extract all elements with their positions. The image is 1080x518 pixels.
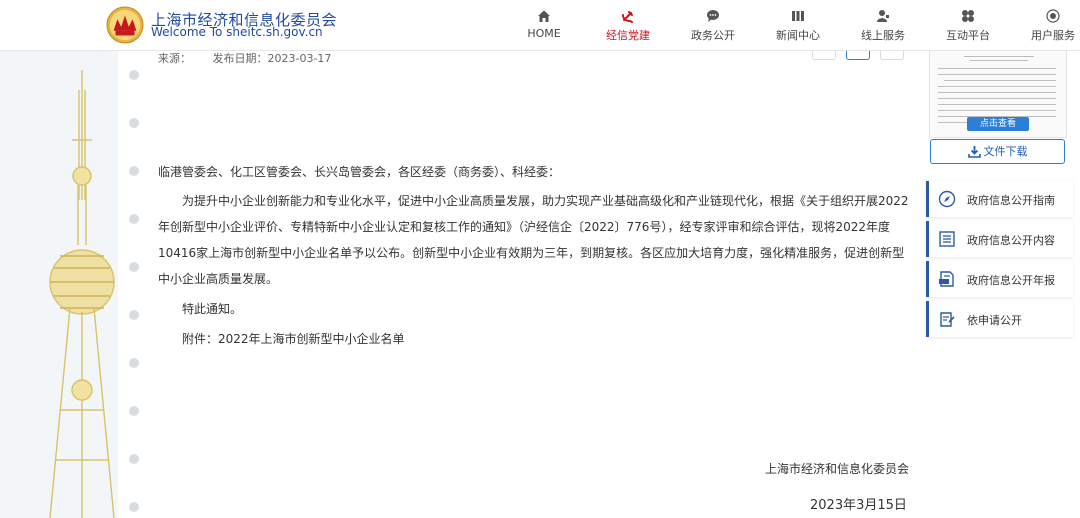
application-form-icon	[940, 312, 955, 327]
sidebar-link-label: 政府信息公开内容	[967, 234, 1055, 247]
article-greeting: 临港管委会、化工区管委会、长兴岛管委会，各区经委（商务委）、科经委：	[158, 165, 561, 179]
site-logo-icon[interactable]	[106, 6, 144, 44]
article-body: 为提升中小企业创新能力和专业化水平，促进中小企业高质量发展，助力实现产业基础高级…	[158, 194, 909, 286]
newspaper-icon	[792, 11, 804, 21]
source-label: 来源：	[158, 52, 191, 65]
chat-bubble-icon	[707, 10, 719, 22]
interaction-icon	[962, 10, 974, 22]
font-size-button[interactable]	[812, 50, 836, 60]
file-download-button[interactable]: 文件下载	[930, 139, 1065, 164]
list-icon	[939, 231, 955, 247]
article-content: 临港管委会、化工区管委会、长兴岛管委会，各区经委（商务委）、科经委： 为提升中小…	[158, 159, 910, 352]
timeline-dot	[129, 70, 139, 80]
timeline-dot	[129, 502, 139, 512]
report-icon	[939, 271, 954, 287]
timeline-dot	[129, 358, 139, 368]
nav-label: 新闻中心	[776, 29, 820, 42]
nav-label: 线上服务	[861, 29, 905, 42]
user-center-icon	[1046, 9, 1060, 23]
timeline-dot	[129, 310, 139, 320]
timeline-dot	[129, 166, 139, 176]
article-notice: 特此通知。	[182, 302, 243, 316]
nav-item-interaction[interactable]: 互动平台	[923, 0, 1013, 50]
timeline-dot	[129, 118, 139, 128]
article-meta: 来源： 发布日期：2023-03-17	[158, 50, 349, 66]
article-attachment[interactable]: 附件：2022年上海市创新型中小企业名单	[158, 326, 910, 352]
timeline-dot	[129, 454, 139, 464]
sidebar-link-disclosure-guide[interactable]: 政府信息公开指南	[926, 181, 1073, 217]
site-header: 上海市经济和信息化委员会 Welcome To sheitc.sh.gov.cn…	[0, 0, 1080, 51]
sidebar-link-disclosure-content[interactable]: 政府信息公开内容	[926, 221, 1073, 257]
sidebar-link-label: 政府信息公开年报	[967, 274, 1055, 287]
publish-date: 发布日期：2023-03-17	[212, 52, 332, 65]
nav-label: HOME	[527, 27, 561, 40]
print-button[interactable]	[880, 50, 904, 60]
timeline-dot	[129, 406, 139, 416]
nav-item-government-affairs[interactable]: 政务公开	[668, 0, 758, 50]
font-size-button-active[interactable]	[846, 50, 870, 60]
timeline-dot	[129, 214, 139, 224]
user-service-icon	[877, 10, 889, 22]
nav-item-news[interactable]: 新闻中心	[753, 0, 843, 50]
sidebar-link-label: 依申请公开	[967, 314, 1022, 327]
download-icon	[967, 145, 981, 158]
file-download-label: 文件下载	[983, 145, 1028, 158]
nav-label: 用户服务	[1031, 29, 1075, 42]
timeline-dot	[129, 262, 139, 272]
pearl-tower-illustration	[49, 70, 115, 518]
sidebar-link-label: 政府信息公开指南	[967, 194, 1055, 207]
nav-item-online-services[interactable]: 线上服务	[838, 0, 928, 50]
sidebar-link-apply-disclosure[interactable]: 依申请公开	[926, 301, 1073, 337]
nav-label: 经信党建	[606, 29, 650, 42]
compass-icon	[938, 190, 956, 208]
article-date: 2023年3月15日	[810, 498, 907, 513]
nav-label: 政务公开	[691, 29, 735, 42]
view-document-button[interactable]: 点击查看	[967, 117, 1029, 131]
site-name-en: Welcome To sheitc.sh.gov.cn	[151, 25, 323, 39]
nav-item-party[interactable]: 经信党建	[583, 0, 673, 50]
home-icon	[538, 10, 550, 22]
nav-item-user-services[interactable]: 用户服务	[1008, 0, 1080, 50]
timeline-dots	[118, 50, 152, 518]
party-emblem-icon	[622, 11, 633, 23]
nav-label: 互动平台	[946, 29, 990, 42]
sidebar-link-annual-report[interactable]: 政府信息公开年报	[926, 261, 1073, 297]
nav-item-home[interactable]: HOME	[499, 0, 589, 50]
article-signature: 上海市经济和信息化委员会	[765, 462, 910, 476]
